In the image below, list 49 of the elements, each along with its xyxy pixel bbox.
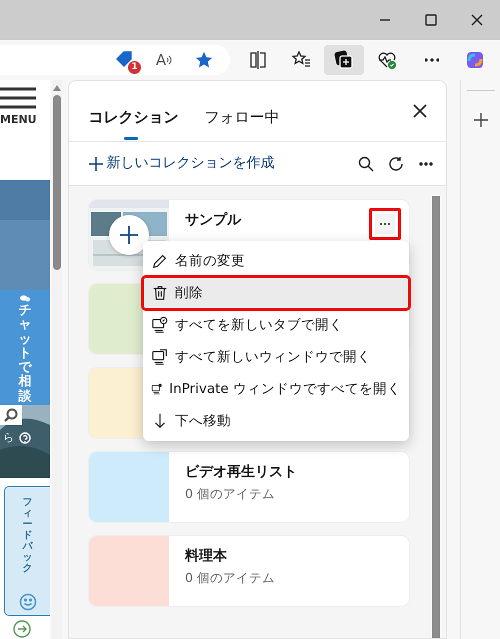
menu-icon[interactable] bbox=[0, 86, 36, 108]
more-icon bbox=[379, 222, 391, 226]
collection-card[interactable]: 料理本 0 個のアイテム bbox=[89, 536, 409, 606]
feedback-tab[interactable]: フィードバック bbox=[4, 486, 50, 616]
collection-title: 料理本 bbox=[185, 547, 227, 566]
sound-waves-icon bbox=[166, 55, 172, 65]
monitor-icon bbox=[151, 316, 169, 334]
pencil-icon bbox=[151, 252, 169, 270]
add-icon[interactable] bbox=[474, 113, 488, 128]
more-button[interactable] bbox=[369, 208, 401, 240]
search-icon bbox=[4, 408, 18, 422]
new-collection-button[interactable]: 新しいコレクションを作成 bbox=[89, 153, 274, 174]
collections-icon bbox=[334, 50, 354, 70]
menu-item[interactable]: 下へ移動 bbox=[143, 405, 409, 437]
page-text: ら bbox=[3, 430, 14, 446]
smiley-icon bbox=[18, 593, 36, 611]
notification-badge: 1 bbox=[128, 61, 141, 74]
search-icon[interactable] bbox=[358, 156, 374, 172]
monitor-icon bbox=[151, 348, 169, 366]
collection-card[interactable]: ビデオ再生リスト 0 個のアイテム bbox=[89, 452, 409, 522]
close-icon[interactable] bbox=[412, 104, 426, 118]
more-icon bbox=[425, 58, 439, 62]
menu-label[interactable]: MENU bbox=[0, 112, 37, 128]
scrollbar-thumb[interactable] bbox=[432, 196, 440, 638]
close-icon[interactable] bbox=[471, 14, 483, 26]
plus-icon bbox=[119, 225, 139, 245]
panel-tab[interactable]: コレクション bbox=[88, 94, 178, 140]
read-aloud-button[interactable]: A bbox=[150, 45, 178, 75]
maximize-icon[interactable] bbox=[425, 14, 437, 26]
trash-icon bbox=[151, 284, 169, 302]
scrollbar-thumb[interactable] bbox=[53, 95, 61, 270]
collection-title: サンプル bbox=[185, 211, 241, 230]
menu-item[interactable]: すべて新しいウィンドウで開く bbox=[143, 341, 409, 373]
item-count: 0 個のアイテム bbox=[185, 569, 276, 587]
menu-item[interactable]: InPrivate ウィンドウですべてを開く bbox=[143, 373, 409, 405]
scroll-up-icon[interactable] bbox=[53, 85, 61, 91]
arrow-circle-icon[interactable] bbox=[13, 620, 31, 638]
split-screen-icon bbox=[248, 50, 268, 70]
item-count: 0 個のアイテム bbox=[185, 485, 276, 503]
star-icon bbox=[195, 51, 213, 69]
help-icon[interactable] bbox=[19, 432, 31, 444]
heart-pulse-icon bbox=[377, 50, 397, 70]
plus-icon bbox=[89, 156, 103, 170]
collections-button[interactable] bbox=[324, 45, 364, 75]
refresh-icon[interactable] bbox=[388, 156, 404, 172]
menu-item[interactable]: すべてを新しいタブで開く bbox=[143, 309, 409, 341]
collection-title: ビデオ再生リスト bbox=[185, 463, 297, 482]
panel-tab[interactable]: フォロー中 bbox=[204, 94, 280, 140]
menu-item[interactable]: 削除 bbox=[143, 277, 409, 309]
